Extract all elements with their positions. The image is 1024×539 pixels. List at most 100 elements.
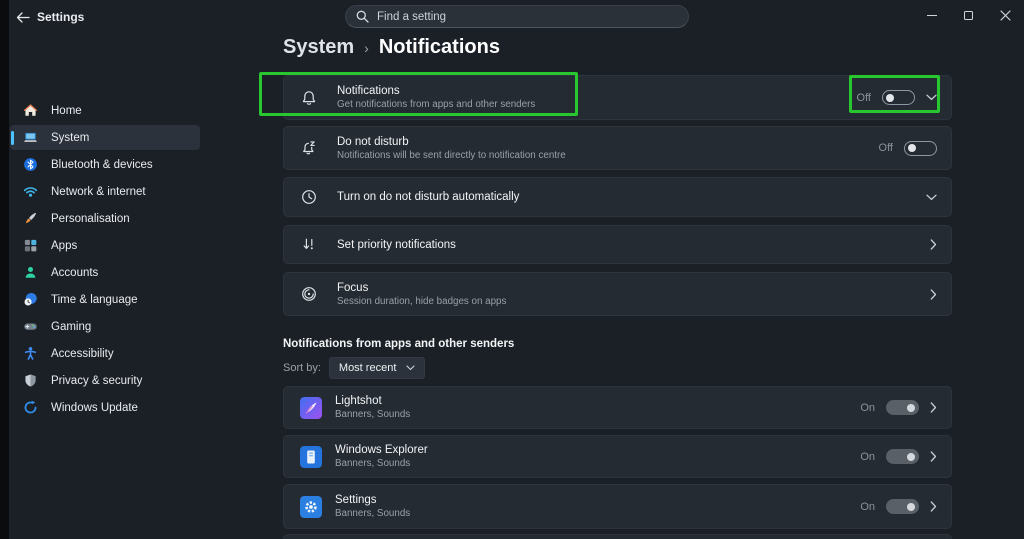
sidebar-item-personalisation[interactable]: Personalisation xyxy=(10,206,200,231)
breadcrumb: System › Notifications xyxy=(283,36,500,59)
search-icon xyxy=(356,10,369,23)
bell-icon xyxy=(302,90,316,105)
sidebar-item-label: Accounts xyxy=(51,266,99,279)
focus-row[interactable]: Focus Session duration, hide badges on a… xyxy=(283,272,952,316)
app-name: Lightshot xyxy=(335,395,382,407)
sidebar-item-label: System xyxy=(51,131,90,144)
time-language-icon xyxy=(24,292,37,306)
toggle-knob xyxy=(908,144,916,152)
app-title: Settings xyxy=(37,10,85,24)
personalisation-icon xyxy=(25,212,37,224)
row-title: Focus xyxy=(337,281,369,294)
sidebar-item-apps[interactable]: Apps xyxy=(10,233,200,258)
sidebar-item-label: Accessibility xyxy=(51,347,114,360)
system-icon xyxy=(24,132,37,142)
app-state-label: On xyxy=(860,401,875,414)
priority-icon xyxy=(303,238,313,249)
sidebar-item-bluetooth-devices[interactable]: Bluetooth & devices xyxy=(10,152,200,177)
sidebar-item-time-language[interactable]: Time & language xyxy=(10,287,200,312)
windows-explorer-toggle[interactable] xyxy=(886,449,919,464)
chevron-right-icon[interactable] xyxy=(930,501,937,512)
apps-section-header: Notifications from apps and other sender… xyxy=(283,338,515,350)
search-box[interactable] xyxy=(345,5,689,28)
apps-icon xyxy=(24,239,37,252)
close-button[interactable] xyxy=(987,0,1024,30)
app-state-label: On xyxy=(860,450,875,463)
chevron-right-icon[interactable] xyxy=(930,451,937,462)
app-subtitle: Banners, Sounds xyxy=(335,508,411,519)
windows-explorer-app-icon xyxy=(300,445,322,468)
sort-dropdown[interactable]: Most recent xyxy=(328,357,426,379)
windows-update-icon xyxy=(24,400,37,414)
dnd-toggle[interactable] xyxy=(904,140,937,156)
sidebar-item-system[interactable]: System xyxy=(10,125,200,150)
notifications-row[interactable]: Notifications Get notifications from app… xyxy=(283,75,952,120)
app-row-settings[interactable]: Settings Banners, Sounds On xyxy=(283,484,952,529)
row-subtitle: Notifications will be sent directly to n… xyxy=(337,149,566,161)
toggle-knob xyxy=(907,502,915,511)
settings-toggle[interactable] xyxy=(886,499,919,514)
sidebar-item-gaming[interactable]: Gaming xyxy=(10,314,200,339)
toggle-knob xyxy=(907,452,915,461)
home-icon xyxy=(23,104,38,116)
minimize-icon xyxy=(926,14,937,16)
left-edge-strip xyxy=(0,0,9,539)
sidebar-item-home[interactable]: Home xyxy=(10,98,200,123)
chevron-down-icon xyxy=(406,365,415,371)
focus-icon xyxy=(302,287,316,301)
app-row-windows-explorer[interactable]: Windows Explorer Banners, Sounds On xyxy=(283,435,952,478)
accessibility-icon xyxy=(24,346,37,360)
breadcrumb-parent[interactable]: System xyxy=(283,36,354,59)
notifications-toggle[interactable] xyxy=(882,90,915,105)
row-subtitle: Get notifications from apps and other se… xyxy=(337,99,536,110)
chevron-down-icon[interactable] xyxy=(926,194,937,201)
sidebar-item-network-internet[interactable]: Network & internet xyxy=(10,179,200,204)
row-subtitle: Session duration, hide badges on apps xyxy=(337,295,507,307)
sidebar-item-windows-update[interactable]: Windows Update xyxy=(10,395,200,420)
maximize-button[interactable] xyxy=(950,0,987,30)
bluetooth-icon xyxy=(24,158,37,171)
notifications-state-label: Off xyxy=(856,91,871,104)
do-not-disturb-row[interactable]: Do not disturb Notifications will be sen… xyxy=(283,126,952,170)
row-title: Turn on do not disturb automatically xyxy=(337,191,520,203)
dnd-state-label: Off xyxy=(878,142,893,154)
chevron-down-icon[interactable] xyxy=(926,94,937,101)
breadcrumb-separator: › xyxy=(364,40,369,56)
sidebar-item-label: Personalisation xyxy=(51,212,130,225)
sidebar-item-label: Windows Update xyxy=(51,401,138,414)
close-icon xyxy=(1000,9,1011,21)
sidebar-item-label: Time & language xyxy=(51,293,138,306)
search-input[interactable] xyxy=(377,10,678,23)
lightshot-toggle[interactable] xyxy=(886,400,919,415)
back-arrow-icon xyxy=(16,11,30,23)
priority-notifications-row[interactable]: Set priority notifications xyxy=(283,225,952,264)
bell-sleep-icon xyxy=(303,141,315,155)
sidebar: Home System Bluetooth & devices Network … xyxy=(10,98,200,422)
back-button[interactable] xyxy=(13,8,33,26)
row-title: Do not disturb xyxy=(337,135,409,148)
sidebar-item-accessibility[interactable]: Accessibility xyxy=(10,341,200,366)
sidebar-item-privacy-security[interactable]: Privacy & security xyxy=(10,368,200,393)
app-row-lightshot[interactable]: Lightshot Banners, Sounds On xyxy=(283,386,952,429)
chevron-right-icon[interactable] xyxy=(930,402,937,413)
sort-value: Most recent xyxy=(338,362,397,374)
privacy-icon xyxy=(25,374,36,387)
page-title: Notifications xyxy=(378,36,500,58)
app-name: Settings xyxy=(335,494,377,506)
sidebar-item-label: Bluetooth & devices xyxy=(51,158,153,171)
dnd-automatic-row[interactable]: Turn on do not disturb automatically xyxy=(283,177,952,217)
lightshot-app-icon xyxy=(300,396,322,419)
window-controls xyxy=(913,0,1024,30)
chevron-right-icon[interactable] xyxy=(930,288,937,300)
row-title: Notifications xyxy=(337,85,400,97)
sidebar-item-label: Home xyxy=(51,104,82,117)
minimize-button[interactable] xyxy=(913,0,950,30)
sidebar-item-label: Gaming xyxy=(51,320,92,333)
sidebar-item-accounts[interactable]: Accounts xyxy=(10,260,200,285)
sidebar-item-label: Privacy & security xyxy=(51,374,143,387)
app-name: Windows Explorer xyxy=(335,444,428,456)
toggle-knob xyxy=(907,403,915,412)
chevron-right-icon[interactable] xyxy=(930,239,937,250)
app-row-partial[interactable] xyxy=(283,534,952,539)
sidebar-item-label: Network & internet xyxy=(51,185,146,198)
